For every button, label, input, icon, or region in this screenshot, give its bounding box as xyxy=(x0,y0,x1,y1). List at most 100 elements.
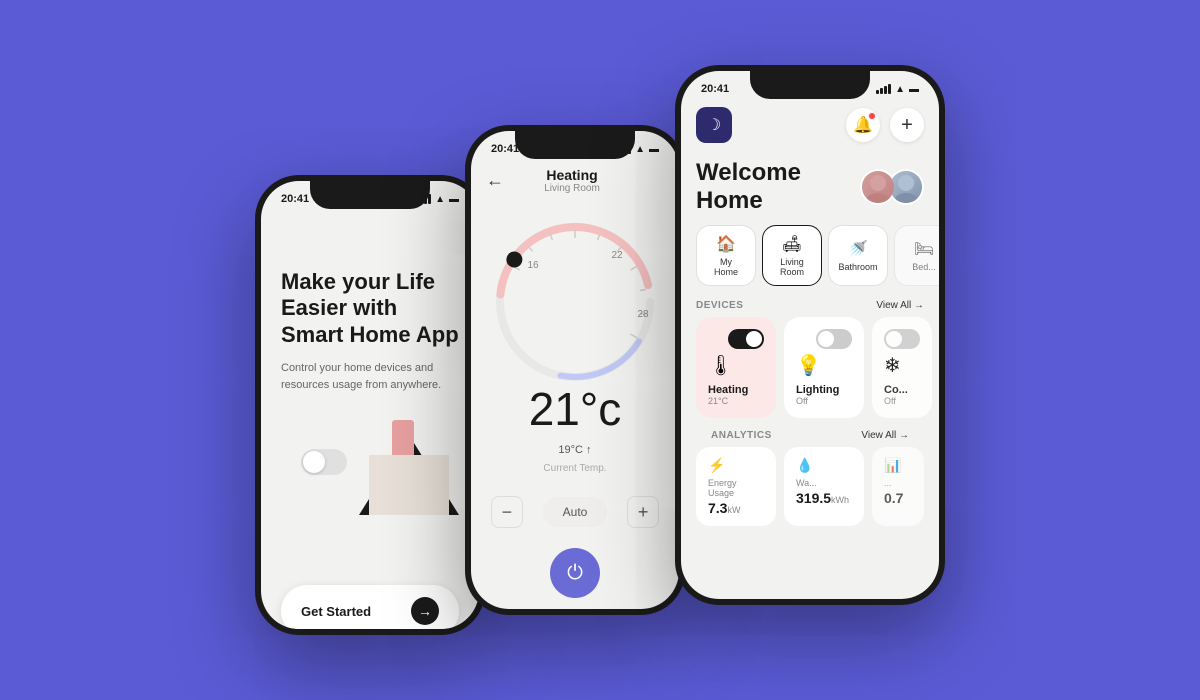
lighting-device-status: Off xyxy=(796,396,852,406)
devices-grid: 🌡 Heating 21°C 💡 Lighting Off xyxy=(681,317,939,418)
device-card-co[interactable]: ❄ Co... Off xyxy=(872,317,932,418)
wifi-icon: ▲ xyxy=(435,194,445,205)
heating-title: Heating xyxy=(504,167,640,183)
phone-dashboard-inner: 20:41 ▲ ▬ ☽ 🔔 xyxy=(681,71,939,599)
svg-text:16: 16 xyxy=(527,260,539,271)
onboarding-content: Make your Life Easier with Smart Home Ap… xyxy=(261,209,479,629)
devices-section-header: DEVICES View All → xyxy=(681,296,939,317)
avatars xyxy=(860,169,924,205)
battery-icon: ▬ xyxy=(449,194,459,205)
tab-living-room[interactable]: 🛋 Living Room xyxy=(762,225,822,286)
onboarding-title: Make your Life Easier with Smart Home Ap… xyxy=(281,269,459,348)
current-temp-value: 19°C ↑ xyxy=(558,444,591,456)
notification-badge xyxy=(868,112,876,120)
tab-my-home-label: My Home xyxy=(707,257,745,277)
water-icon: 💧 xyxy=(796,457,852,474)
devices-view-all[interactable]: View All → xyxy=(876,300,924,311)
lighting-toggle[interactable] xyxy=(816,329,852,349)
thermostat-dial[interactable]: 16 22 28 xyxy=(485,212,665,392)
analytics-section-header: ANALYTICS View All → xyxy=(696,426,924,447)
heating-device-name: Heating xyxy=(708,384,764,396)
welcome-section: Welcome Home xyxy=(681,151,939,225)
phone-notch-3 xyxy=(750,71,870,99)
power-icon: ⏻ xyxy=(567,562,583,585)
increase-button[interactable]: + xyxy=(627,496,659,528)
status-time-3: 20:41 xyxy=(701,83,729,95)
analytics-view-all[interactable]: View All → xyxy=(861,430,909,441)
other-card[interactable]: 📊 ... 0.7 xyxy=(872,447,924,526)
tab-living-room-label: Living Room xyxy=(773,257,811,277)
tab-bedroom[interactable]: 🛏 Bed... xyxy=(894,225,939,286)
add-button[interactable]: + xyxy=(890,108,924,142)
energy-label: Energy Usage xyxy=(708,478,764,498)
tab-bedroom-label: Bed... xyxy=(912,262,936,272)
toggle-thumb-heating xyxy=(746,331,762,347)
svg-text:22: 22 xyxy=(611,250,623,261)
home-icon: 🏠 xyxy=(716,234,736,254)
heating-title-area: Heating Living Room xyxy=(504,167,640,194)
room-tabs: 🏠 My Home 🛋 Living Room 🚿 Bathroom 🛏 Bed… xyxy=(681,225,939,296)
phone-notch-2 xyxy=(515,131,635,159)
tab-bathroom[interactable]: 🚿 Bathroom xyxy=(828,225,888,286)
status-icons-3: ▲ ▬ xyxy=(876,84,919,95)
wifi-icon-3: ▲ xyxy=(895,84,905,95)
devices-label: DEVICES xyxy=(696,300,743,311)
app-logo[interactable]: ☽ xyxy=(696,107,732,143)
get-started-button[interactable]: Get Started → xyxy=(281,585,459,629)
avatar-1 xyxy=(860,169,896,205)
status-time: 20:41 xyxy=(281,193,309,205)
house-body xyxy=(369,455,449,515)
power-button[interactable]: ⏻ xyxy=(550,548,600,598)
welcome-title: Welcome Home xyxy=(696,159,860,215)
heating-header: ← Heating Living Room xyxy=(471,159,679,202)
other-value: 0.7 xyxy=(884,490,912,506)
device-card-heating[interactable]: 🌡 Heating 21°C xyxy=(696,317,776,418)
heating-toggle[interactable] xyxy=(728,329,764,349)
analytics-label: ANALYTICS xyxy=(711,430,772,441)
other-label: ... xyxy=(884,478,912,488)
analytics-section: ANALYTICS View All → ⚡ Energy Usage 7.3k… xyxy=(681,418,939,526)
water-usage-card[interactable]: 💧 Wa... 319.5kWh xyxy=(784,447,864,526)
battery-icon-2: ▬ xyxy=(649,144,659,155)
lamp-icon: 💡 xyxy=(796,353,852,378)
energy-icon: ⚡ xyxy=(708,457,764,474)
phone-notch xyxy=(310,181,430,209)
tab-bathroom-label: Bathroom xyxy=(838,262,877,272)
co-toggle-area xyxy=(884,329,920,349)
decrease-button[interactable]: − xyxy=(491,496,523,528)
other-icon: 📊 xyxy=(884,457,912,474)
phone-onboarding: 20:41 ▲ ▬ Make your Life Easier with Sma… xyxy=(255,175,485,635)
wifi-icon-2: ▲ xyxy=(635,144,645,155)
lighting-toggle-area xyxy=(796,329,852,349)
phone-heating: 20:41 ▲ ▬ ← Heating Living Ro xyxy=(465,125,685,615)
energy-value: 7.3kW xyxy=(708,500,764,516)
co-device-status: Off xyxy=(884,396,920,406)
heating-subtitle: Living Room xyxy=(504,183,640,194)
tab-my-home[interactable]: 🏠 My Home xyxy=(696,225,756,286)
header-actions: 🔔 + xyxy=(846,108,924,142)
thermostat: 16 22 28 xyxy=(471,202,679,402)
toggle-switch[interactable] xyxy=(301,449,347,475)
phones-container: 20:41 ▲ ▬ Make your Life Easier with Sma… xyxy=(255,65,945,635)
toggle-thumb-lighting xyxy=(818,331,834,347)
signal-icon-3 xyxy=(876,84,891,94)
co-toggle[interactable] xyxy=(884,329,920,349)
notification-button[interactable]: 🔔 xyxy=(846,108,880,142)
back-button[interactable]: ← xyxy=(486,170,504,191)
auto-mode-button[interactable]: Auto xyxy=(543,497,608,527)
water-value: 319.5kWh xyxy=(796,490,852,506)
shower-icon: 🚿 xyxy=(848,239,868,259)
onboarding-subtitle: Control your home devices and resources … xyxy=(281,360,459,393)
device-card-lighting[interactable]: 💡 Lighting Off xyxy=(784,317,864,418)
lighting-device-name: Lighting xyxy=(796,384,852,396)
battery-icon-3: ▬ xyxy=(909,84,919,95)
get-started-label: Get Started xyxy=(301,604,371,619)
current-temp-label: Current Temp. xyxy=(543,463,606,474)
heating-toggle-area xyxy=(708,329,764,349)
sofa-icon: 🛋 xyxy=(782,234,802,254)
phone-dashboard: 20:41 ▲ ▬ ☽ 🔔 xyxy=(675,65,945,605)
thermometer-icon: 🌡 xyxy=(708,353,764,378)
heating-device-status: 21°C xyxy=(708,396,764,406)
arrow-icon: → xyxy=(411,597,439,625)
energy-usage-card[interactable]: ⚡ Energy Usage 7.3kW xyxy=(696,447,776,526)
